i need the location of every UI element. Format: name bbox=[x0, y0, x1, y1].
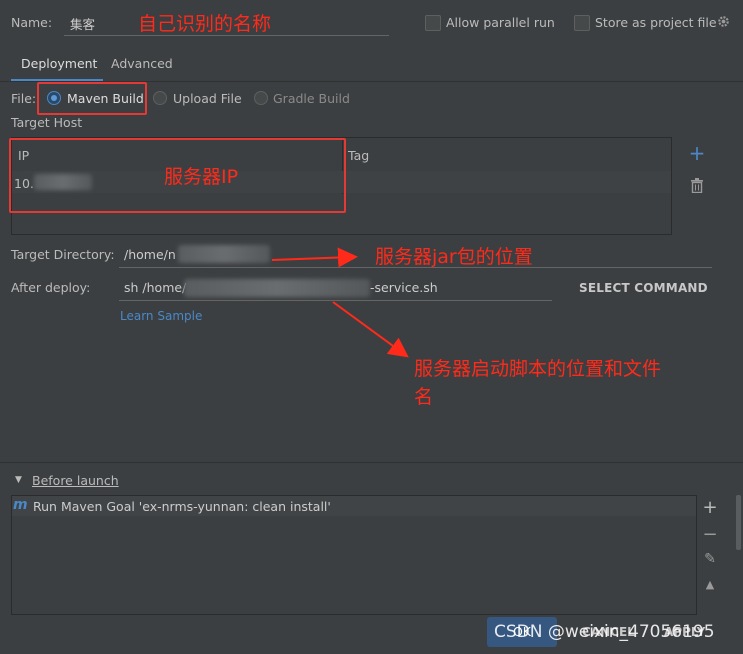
maven-icon: m bbox=[13, 497, 28, 513]
add-host-icon[interactable]: + bbox=[688, 143, 706, 163]
remove-task-icon[interactable]: − bbox=[701, 526, 719, 544]
gear-icon[interactable] bbox=[716, 14, 731, 29]
annotation-script-line1: 服务器启动脚本的位置和文件 bbox=[414, 358, 662, 380]
redacted-script-path bbox=[184, 279, 370, 297]
radio-upload-file-label: Upload File bbox=[173, 91, 242, 106]
after-deploy-input-end: -service.sh bbox=[370, 280, 438, 295]
collapse-arrow-icon[interactable]: ▼ bbox=[15, 475, 22, 485]
radio-gradle-build[interactable] bbox=[254, 91, 268, 105]
tab-deployment[interactable]: Deployment bbox=[21, 56, 97, 71]
annotation-jar-location: 服务器jar包的位置 bbox=[375, 246, 533, 268]
after-deploy-input[interactable]: sh /home/ bbox=[124, 280, 186, 295]
name-label: Name: bbox=[11, 15, 53, 30]
after-deploy-label: After deploy: bbox=[11, 280, 91, 295]
target-host-label: Target Host bbox=[11, 115, 83, 130]
annotation-server-ip: 服务器IP bbox=[164, 166, 239, 188]
before-launch-task-label: Run Maven Goal 'ex-nrms-yunnan: clean in… bbox=[33, 499, 331, 514]
redacted-directory bbox=[178, 245, 270, 263]
column-tag: Tag bbox=[348, 148, 370, 163]
annotation-box-maven bbox=[37, 82, 147, 115]
move-up-icon[interactable]: ▲ bbox=[701, 579, 719, 590]
radio-upload-file[interactable] bbox=[153, 91, 167, 105]
before-launch-divider bbox=[0, 462, 743, 463]
delete-host-icon[interactable] bbox=[690, 178, 704, 193]
allow-parallel-label: Allow parallel run bbox=[446, 15, 555, 30]
target-directory-input[interactable]: /home/n bbox=[124, 247, 176, 262]
select-command-button[interactable]: SELECT COMMAND bbox=[579, 281, 708, 295]
edit-task-icon[interactable]: ✎ bbox=[701, 552, 719, 566]
learn-sample-link[interactable]: Learn Sample bbox=[120, 309, 202, 323]
file-label: File: bbox=[11, 91, 37, 106]
tab-advanced[interactable]: Advanced bbox=[111, 56, 173, 71]
scrollbar[interactable] bbox=[736, 495, 741, 550]
store-as-project-label: Store as project file bbox=[595, 15, 717, 30]
after-deploy-underline bbox=[119, 300, 552, 301]
target-directory-label: Target Directory: bbox=[11, 247, 115, 262]
arrow-to-jar-location bbox=[271, 247, 358, 268]
allow-parallel-checkbox[interactable] bbox=[425, 15, 441, 31]
annotation-name: 自己识别的名称 bbox=[138, 13, 272, 35]
store-as-project-checkbox[interactable] bbox=[574, 15, 590, 31]
name-input[interactable]: 集客 bbox=[70, 14, 95, 33]
add-task-icon[interactable]: + bbox=[701, 499, 719, 517]
radio-gradle-build-label: Gradle Build bbox=[273, 91, 350, 106]
watermark: CSDN @weixin_47056195 bbox=[494, 622, 715, 642]
annotation-script-line2: 名 bbox=[414, 386, 434, 408]
arrow-to-script-location bbox=[332, 301, 409, 358]
before-launch-label[interactable]: Before launch bbox=[32, 473, 119, 488]
